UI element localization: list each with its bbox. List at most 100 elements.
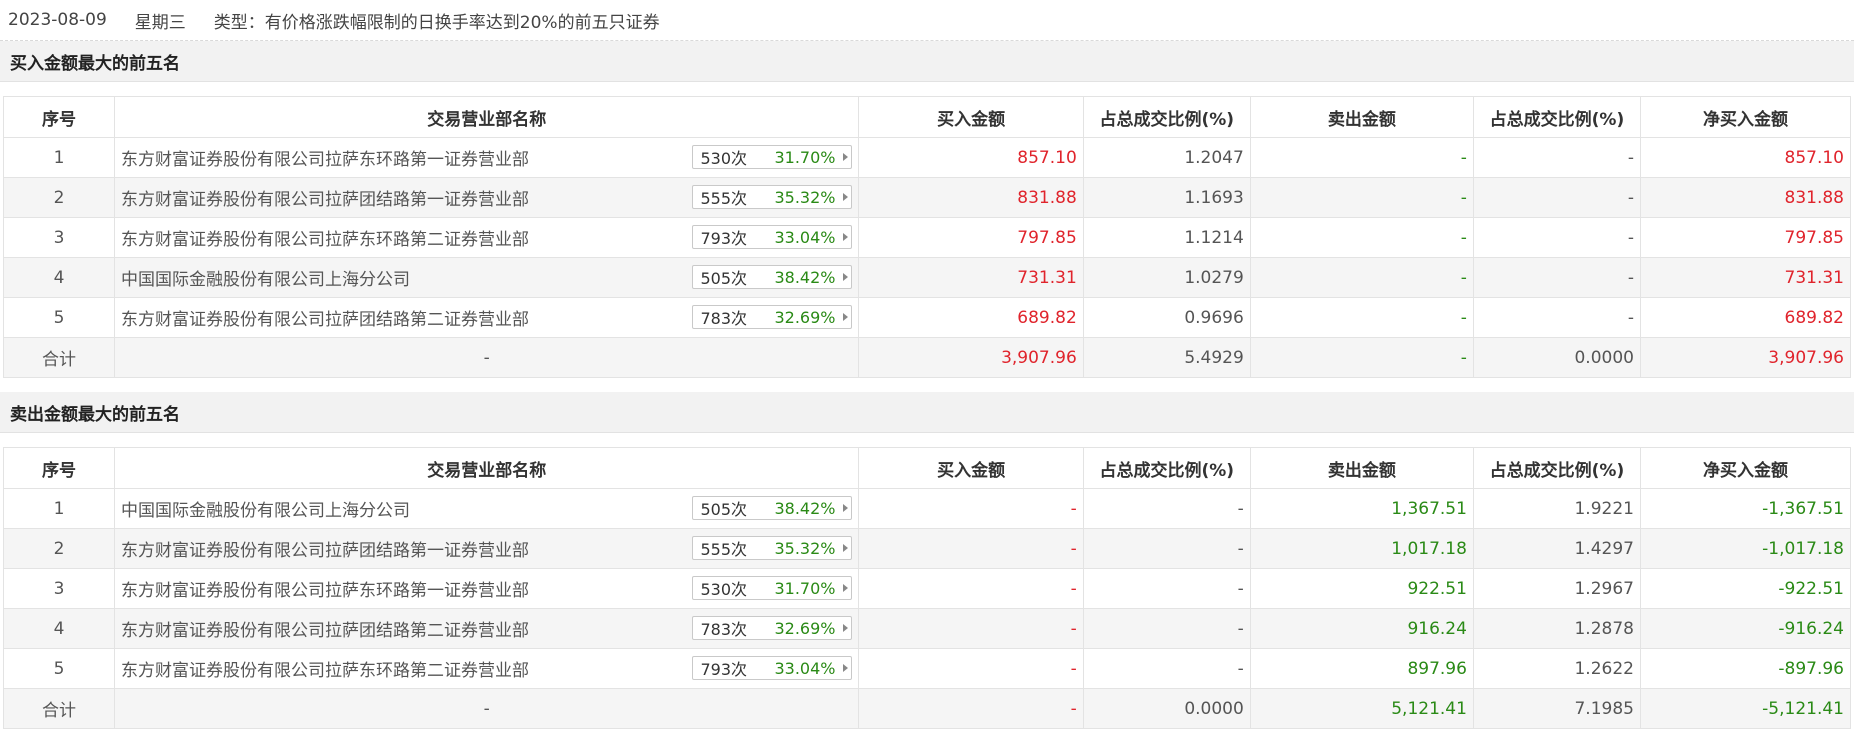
chevron-right-icon [839,617,851,639]
chevron-right-icon [839,186,851,208]
total-buy-ratio: 5.4929 [1082,337,1251,378]
branch-stats-badge[interactable]: 555次 35.32% [692,185,853,209]
branch-name-cell: 东方财富证券股份有限公司拉萨团结路第一证券营业部 555次 35.32% [113,528,860,569]
net-amount: -897.96 [1639,648,1852,689]
branch-name-cell: 东方财富证券股份有限公司拉萨团结路第二证券营业部 783次 32.69% [113,297,860,338]
net-amount: -922.51 [1639,568,1852,609]
sell-ratio: 1.2967 [1472,568,1641,609]
table-row: 2 东方财富证券股份有限公司拉萨团结路第一证券营业部 555次 35.32% - -1,0… [3,528,1852,569]
row-index: 3 [3,217,115,258]
sell-amount: 916.24 [1249,608,1474,649]
branch-name-link[interactable]: 东方财富证券股份有限公司拉萨东环路第二证券营业部 [121,225,529,250]
branch-stats-badge[interactable]: 555次 35.32% [692,536,853,560]
table-row: 3 东方财富证券股份有限公司拉萨东环路第二证券营业部 793次 33.04% 797.8… [3,217,1852,258]
branch-name-link[interactable]: 中国国际金融股份有限公司上海分公司 [121,496,410,521]
total-net-amount: -5,121.41 [1639,688,1852,729]
branch-stats-badge[interactable]: 783次 32.69% [692,305,853,329]
sell-section-title: 卖出金额最大的前五名 [0,392,1854,433]
net-amount: 689.82 [1639,297,1852,338]
branch-times: 793次 [700,229,748,248]
branch-stats-badge[interactable]: 530次 31.70% [692,576,853,600]
branch-win-rate: 38.42% [774,498,836,518]
branch-times: 793次 [700,660,748,679]
branch-stats-badge[interactable]: 783次 32.69% [692,616,853,640]
branch-stats-badge[interactable]: 793次 33.04% [692,656,853,680]
col-buy-amount: 买入金额 [858,447,1084,489]
total-name: - [113,688,860,729]
sell-table-body: 1 中国国际金融股份有限公司上海分公司 505次 38.42% - -1,367.51 1.… [3,488,1852,729]
table-row: 1 中国国际金融股份有限公司上海分公司 505次 38.42% - -1,367.51 1.… [3,488,1852,529]
col-sell-amount: 卖出金额 [1249,96,1474,138]
branch-stats-badge[interactable]: 793次 33.04% [692,225,853,249]
row-index: 1 [3,488,115,529]
total-label: 合计 [3,688,115,729]
branch-win-rate: 32.69% [774,618,836,638]
row-index: 2 [3,177,115,218]
branch-stats-badge[interactable]: 505次 38.42% [692,265,853,289]
col-branch-name: 交易营业部名称 [113,447,860,489]
sell-amount: 1,017.18 [1249,528,1474,569]
net-amount: 831.88 [1639,177,1852,218]
branch-win-rate: 35.32% [774,538,836,558]
branch-name-link[interactable]: 东方财富证券股份有限公司拉萨东环路第一证券营业部 [121,576,529,601]
branch-name-link[interactable]: 中国国际金融股份有限公司上海分公司 [121,265,410,290]
chevron-right-icon [839,226,851,248]
buy-ratio: - [1082,568,1251,609]
sell-amount: - [1249,297,1474,338]
sell-amount: - [1249,257,1474,298]
sell-ratio: - [1472,297,1641,338]
total-sell-ratio: 7.1985 [1472,688,1641,729]
branch-times: 530次 [700,149,748,168]
col-sell-amount: 卖出金额 [1249,447,1474,489]
branch-name-link[interactable]: 东方财富证券股份有限公司拉萨东环路第一证券营业部 [121,145,529,170]
table-row: 3 东方财富证券股份有限公司拉萨东环路第一证券营业部 530次 31.70% - -922… [3,568,1852,609]
table-row: 5 东方财富证券股份有限公司拉萨东环路第二证券营业部 793次 33.04% - -897… [3,648,1852,689]
sell-ratio: 1.2622 [1472,648,1641,689]
sell-table: 序号 交易营业部名称 买入金额 占总成交比例(%) 卖出金额 占总成交比例(%)… [3,447,1852,729]
sell-table-header: 序号 交易营业部名称 买入金额 占总成交比例(%) 卖出金额 占总成交比例(%)… [3,447,1852,489]
branch-name-link[interactable]: 东方财富证券股份有限公司拉萨团结路第二证券营业部 [121,305,529,330]
col-net-amount: 净买入金额 [1639,96,1852,138]
buy-table: 序号 交易营业部名称 买入金额 占总成交比例(%) 卖出金额 占总成交比例(%)… [3,96,1852,378]
buy-amount: - [858,528,1084,569]
buy-amount: 831.88 [858,177,1084,218]
branch-name-cell: 东方财富证券股份有限公司拉萨东环路第一证券营业部 530次 31.70% [113,137,860,178]
row-index: 5 [3,297,115,338]
col-index: 序号 [3,96,115,138]
branch-name-link[interactable]: 东方财富证券股份有限公司拉萨团结路第二证券营业部 [121,616,529,641]
col-branch-name: 交易营业部名称 [113,96,860,138]
total-net-amount: 3,907.96 [1639,337,1852,378]
sell-ratio: - [1472,137,1641,178]
branch-name-cell: 东方财富证券股份有限公司拉萨团结路第一证券营业部 555次 35.32% [113,177,860,218]
net-amount: 731.31 [1639,257,1852,298]
branch-name-link[interactable]: 东方财富证券股份有限公司拉萨团结路第一证券营业部 [121,536,529,561]
branch-stats-badge[interactable]: 505次 38.42% [692,496,853,520]
buy-ratio: 0.9696 [1082,297,1251,338]
branch-times: 505次 [700,500,748,519]
buy-amount: - [858,488,1084,529]
table-row: 4 东方财富证券股份有限公司拉萨团结路第二证券营业部 783次 32.69% - -916… [3,608,1852,649]
branch-stats-badge[interactable]: 530次 31.70% [692,145,853,169]
total-row: 合计 -3,907.96 5.4929-0.0000 3,907.96 [3,337,1852,378]
buy-ratio: 1.1214 [1082,217,1251,258]
branch-times: 555次 [700,189,748,208]
col-sell-ratio: 占总成交比例(%) [1472,96,1641,138]
buy-ratio: - [1082,648,1251,689]
col-buy-amount: 买入金额 [858,96,1084,138]
chevron-right-icon [839,146,851,168]
table-row: 4 中国国际金融股份有限公司上海分公司 505次 38.42% 731.31 1.0279… [3,257,1852,298]
row-index: 3 [3,568,115,609]
branch-name-link[interactable]: 东方财富证券股份有限公司拉萨团结路第一证券营业部 [121,185,529,210]
branch-name-cell: 中国国际金融股份有限公司上海分公司 505次 38.42% [113,257,860,298]
branch-name-link[interactable]: 东方财富证券股份有限公司拉萨东环路第二证券营业部 [121,656,529,681]
buy-amount: - [858,608,1084,649]
sell-amount: 1,367.51 [1249,488,1474,529]
top-info-bar: 2023-08-09 星期三 类型：有价格涨跌幅限制的日换手率达到20%的前五只… [0,0,1854,41]
branch-win-rate: 38.42% [774,267,836,287]
table-row: 1 东方财富证券股份有限公司拉萨东环路第一证券营业部 530次 31.70% 857.1… [3,137,1852,178]
col-buy-ratio: 占总成交比例(%) [1082,96,1251,138]
buy-ratio: - [1082,488,1251,529]
buy-ratio: - [1082,608,1251,649]
chevron-right-icon [839,266,851,288]
row-index: 4 [3,257,115,298]
